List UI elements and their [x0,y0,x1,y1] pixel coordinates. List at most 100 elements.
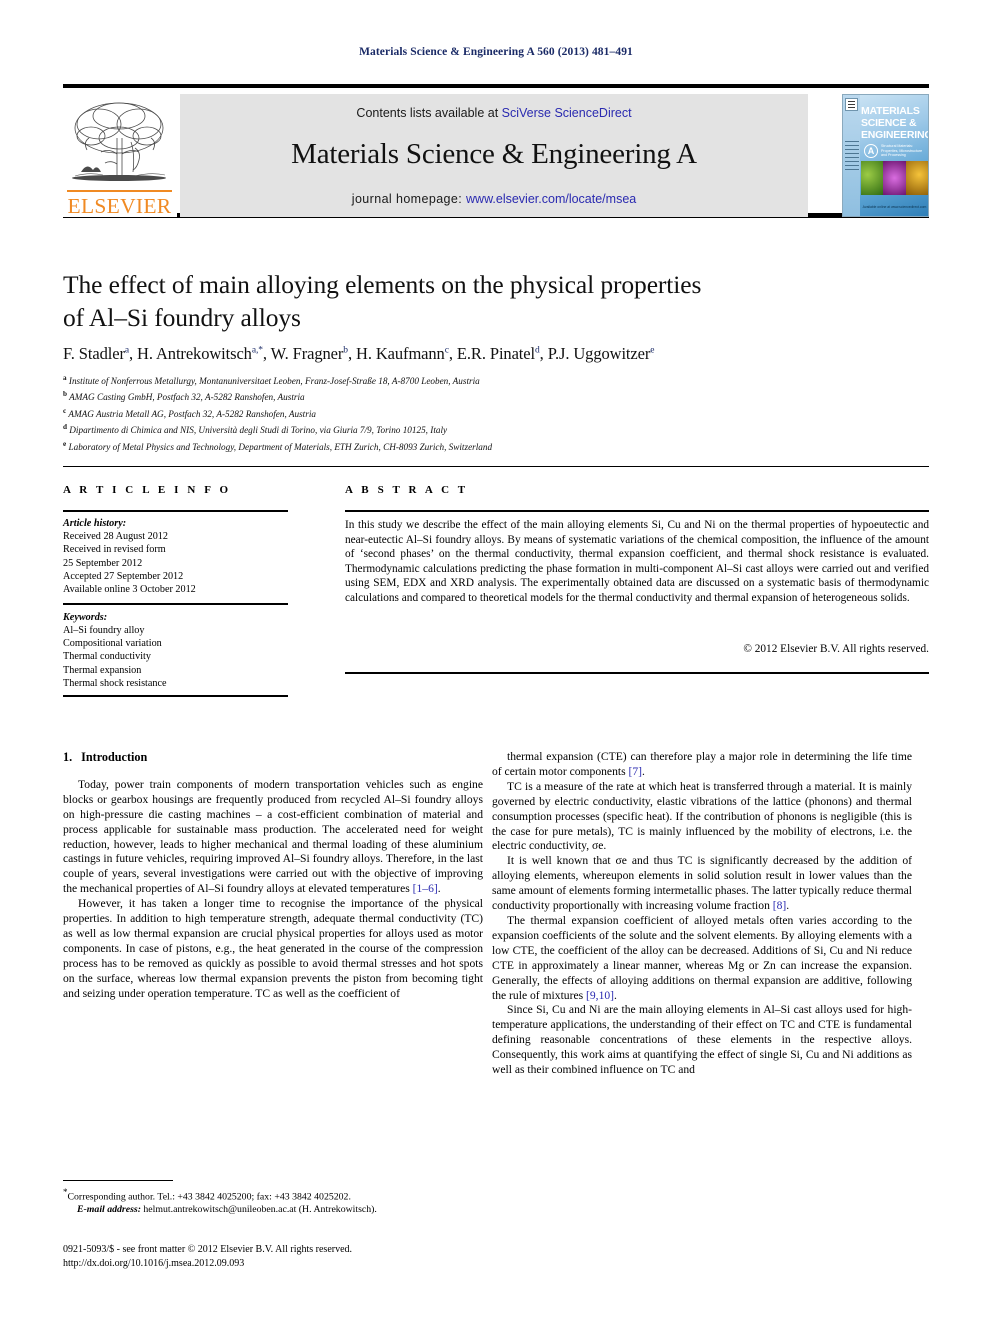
body-paragraph: However, it has taken a longer time to r… [63,897,483,1000]
body-paragraph: Today, power train components of modern … [63,777,483,896]
author-separator: , [539,344,548,363]
affiliation-text: AMAG Casting GmbH, Postfach 32, A-5282 R… [67,392,305,403]
author-name: W. Fragner [270,344,344,363]
cover-title-line3: ENGINEERING [861,129,929,141]
page-title: The effect of main alloying elements on … [63,268,863,334]
keyword-item: Thermal conductivity [63,651,151,663]
section-title: Introduction [81,750,148,764]
abstract-rule [345,510,929,512]
info-section-top-rule [63,466,929,467]
email-label: E-mail address: [77,1204,141,1216]
section-number: 1. [63,750,73,764]
citation-link[interactable]: [9,10] [586,989,614,1002]
keyword-item: Thermal expansion [63,664,142,676]
citation-link[interactable]: [1–6] [413,882,438,895]
right-paragraphs: thermal expansion (CTE) can therefore pl… [492,750,912,1078]
citation-link[interactable]: [8] [773,899,787,912]
cover-title-line2: SCIENCE & [861,117,917,129]
affiliation-c: c AMAG Austria Metall AG, Postfach 32, A… [63,405,933,421]
homepage-prefix: journal homepage: [351,192,467,206]
author-affiliation-mark: a,* [251,345,263,356]
author-4: H. Kaufmannc [356,344,449,363]
citation-link[interactable]: [7] [629,765,643,778]
email-address[interactable]: helmut.antrekowitsch@unileoben.ac.at (H.… [143,1204,376,1215]
copyright-line: © 2012 Elsevier B.V. All rights reserved… [743,643,929,655]
section-heading-introduction: 1. Introduction [63,750,483,765]
author-separator: , [262,344,271,363]
contents-prefix: Contents lists available at [356,106,502,120]
article-info-heading: A R T I C L E I N F O [63,484,232,496]
affiliation-text: Institute of Nonferrous Metallurgy, Mont… [66,376,480,387]
affiliation-a: a Institute of Nonferrous Metallurgy, Mo… [63,372,933,388]
author-name: F. Stadler [63,344,125,363]
affiliation-text: AMAG Austria Metall AG, Postfach 32, A-5… [66,409,316,419]
masthead-panel: Contents lists available at SciVerse Sci… [180,94,808,217]
author-1: F. Stadlera [63,344,129,363]
article-history-label: Article history: [63,518,127,529]
affiliation-list: a Institute of Nonferrous Metallurgy, Mo… [63,372,933,454]
doi-link[interactable]: http://dx.doi.org/10.1016/j.msea.2012.09… [63,1257,493,1271]
author-separator: , [347,344,356,363]
sciencedirect-link[interactable]: SciVerse ScienceDirect [502,106,632,120]
cover-series-letter: A [864,144,878,158]
cover-micrograph-1 [861,161,884,195]
elsevier-tree-icon [72,102,166,181]
author-5: E.R. Pinateld [457,344,540,363]
journal-homepage-link[interactable]: www.elsevier.com/locate/msea [466,192,636,206]
author-2: H. Antrekowitscha,* [137,344,263,363]
keyword-item: Compositional variation [63,638,162,650]
affiliation-d: d Dipartimento di Chimica and NIS, Unive… [63,421,933,437]
abstract-bottom-rule [345,672,929,674]
article-info-column: Article history: Received 28 August 2012… [63,517,298,690]
body-column-left: 1. Introduction Today, power train compon… [63,750,483,1002]
affiliation-b: b AMAG Casting GmbH, Postfach 32, A-5282… [63,388,933,404]
cover-micrograph-strip [861,161,928,195]
title-line-2: of Al–Si foundry alloys [63,303,301,332]
keyword-item: Al–Si foundry alloy [63,624,145,636]
email-line: E-mail address: helmut.antrekowitsch@uni… [63,1203,483,1216]
cover-title-line1: MATERIALS [861,105,920,117]
author-separator: , [128,344,138,363]
title-line-1: The effect of main alloying elements on … [63,270,702,299]
abstract-heading: A B S T R A C T [345,484,469,496]
imprint-block: 0921-5093/$ - see front matter © 2012 El… [63,1243,493,1271]
elsevier-wordmark: ELSEVIER [67,193,172,218]
cover-footer-text: Available online at www.sciencedirect.co… [862,205,927,209]
article-history-item: Accepted 27 September 2012 [63,570,184,582]
cover-micrograph-2 [883,161,906,195]
author-list: F. Stadlera, H. Antrekowitscha,*, W. Fra… [63,344,933,364]
running-head: Materials Science & Engineering A 560 (2… [359,46,633,58]
body-column-right: thermal expansion (CTE) can therefore pl… [492,750,912,1078]
elsevier-rule [67,190,172,192]
left-paragraphs: Today, power train components of modern … [63,778,483,1002]
paper-page: Materials Science & Engineering A 560 (2… [0,0,992,1323]
article-history-list: Received 28 August 2012 Received in revis… [63,530,298,596]
article-history-item: Available online 3 October 2012 [63,584,196,596]
keywords-label: Keywords: [63,611,108,623]
author-name: H. Kaufmann [356,344,445,363]
article-history-item: Received 28 August 2012 [63,531,168,543]
body-paragraph: The thermal expansion coefficient of all… [492,913,912,1002]
cover-subtitle: Structural Materials: Properties, Micros… [881,144,923,158]
journal-title: Materials Science & Engineering A [291,138,697,170]
cover-micrograph-3 [905,161,928,195]
author-separator: , [448,344,457,363]
cover-title: MATERIALS SCIENCE & ENGINEERING [861,105,929,141]
body-paragraph: TC is a measure of the rate at which hea… [492,779,912,853]
article-history-item: 25 September 2012 [63,557,143,569]
affiliation-text: Dipartimento di Chimica and NIS, Univers… [67,425,448,436]
cover-publisher-mark-icon [845,98,858,111]
footnote-block: *Corresponding author. Tel.: +43 3842 40… [63,1186,483,1216]
author-name: E.R. Pinatel [456,344,535,363]
contents-list-line: Contents lists available at SciVerse Sci… [180,106,808,120]
author-name: P.J. Uggowitzer [547,344,651,363]
journal-masthead: ELSEVIER Contents lists available at Sci… [63,84,929,218]
body-paragraph: Since Si, Cu and Ni are the main alloyin… [492,1003,912,1077]
author-3: W. Fragnerb [271,344,348,363]
corresponding-author-text: Corresponding author. Tel.: +43 3842 402… [67,1191,351,1203]
author-6: P.J. Uggowitzere [548,344,655,363]
elsevier-logo: ELSEVIER [63,94,177,217]
affiliation-text: Laboratory of Metal Physics and Technolo… [66,441,493,452]
abstract-text: In this study we describe the effect of … [345,519,929,604]
article-info-rule [63,510,288,512]
